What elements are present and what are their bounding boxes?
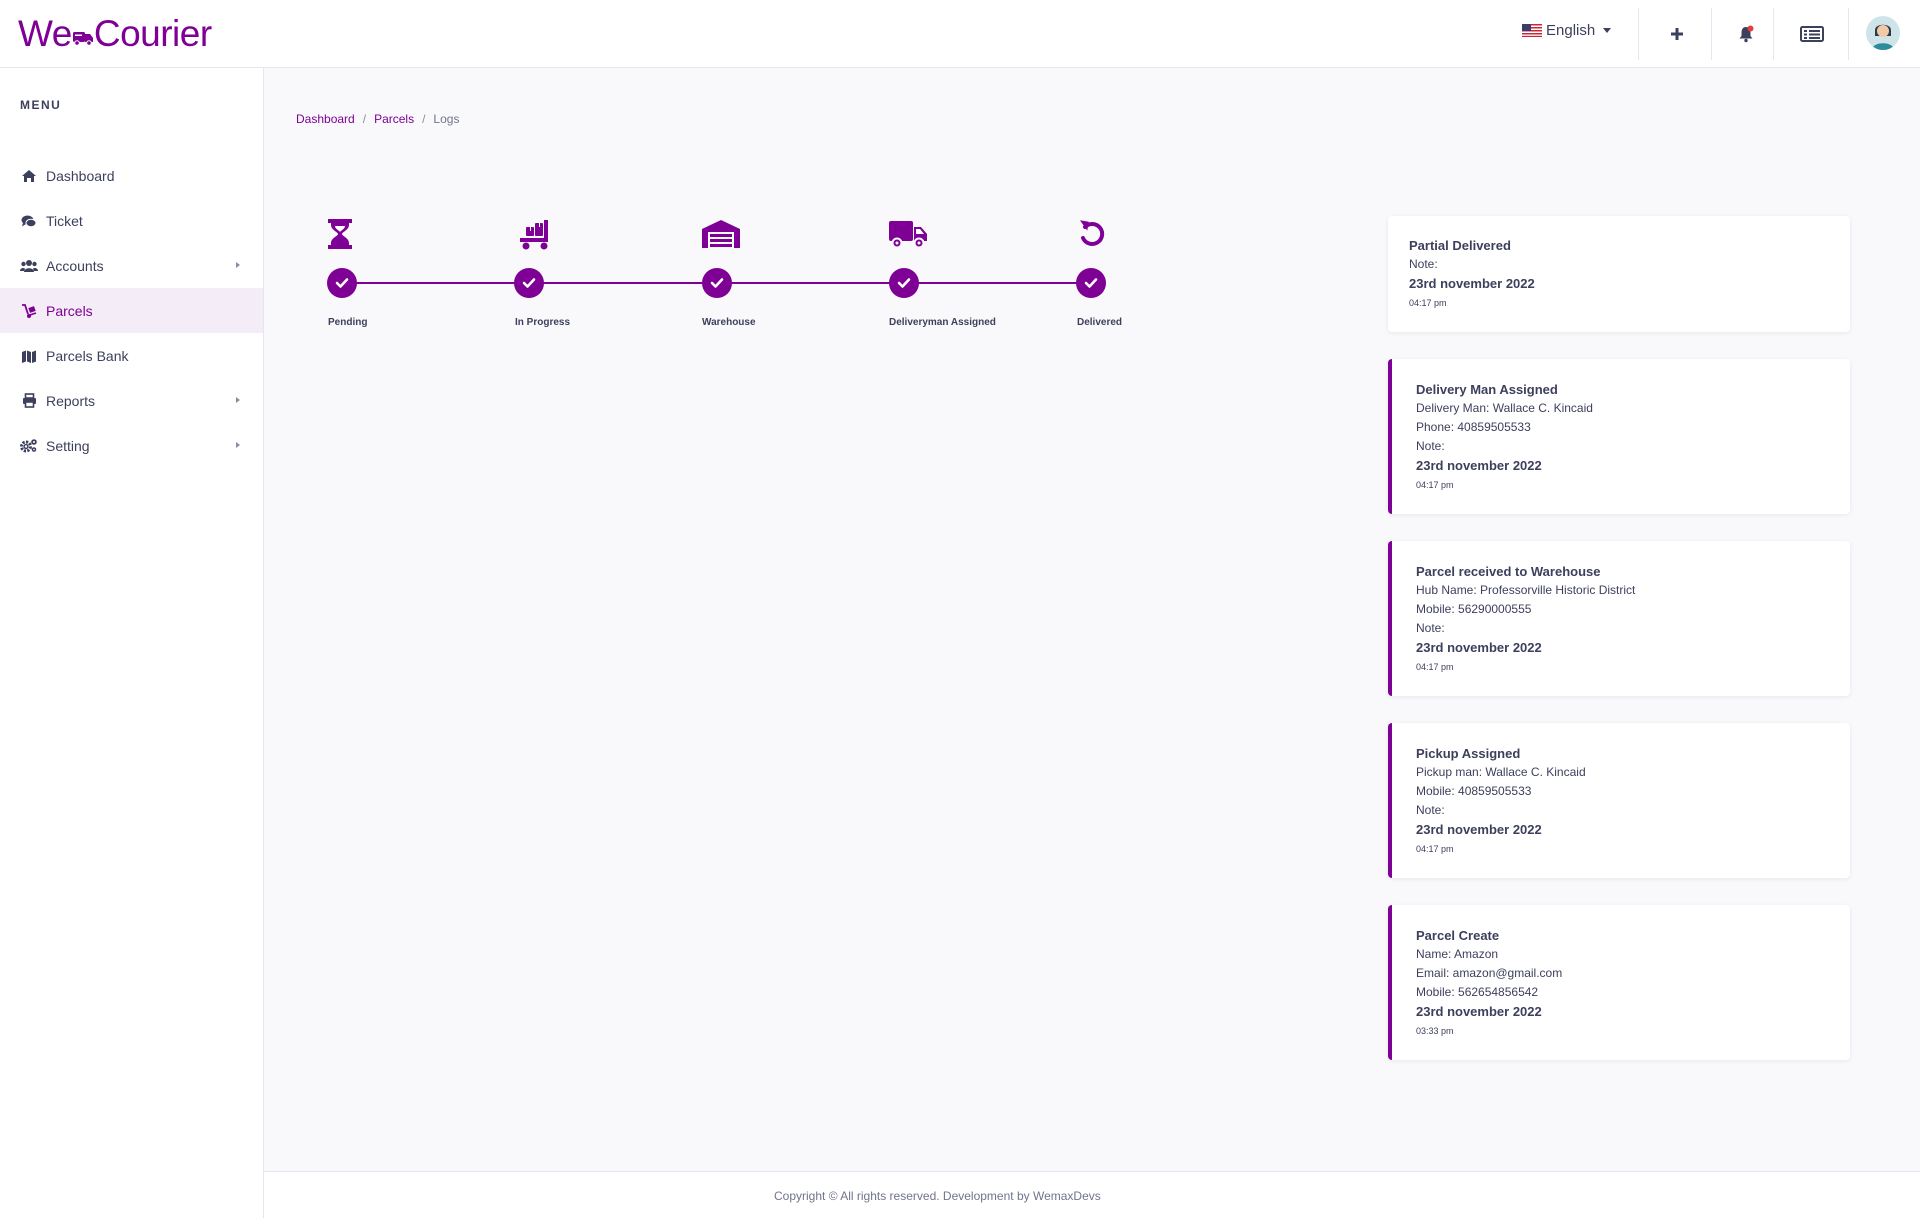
sidebar: MENU Dashboard Ticket Accounts Parcels P… [0, 68, 264, 1218]
step-label-pending: Pending [328, 317, 368, 328]
log-pickup-man: Pickup man: Wallace C. Kincaid [1416, 765, 1586, 779]
chevron-right-icon [236, 397, 240, 403]
language-dropdown[interactable]: English [1522, 22, 1612, 39]
log-date: 23rd november 2022 [1416, 822, 1542, 837]
log-phone: Phone: 40859505533 [1416, 420, 1531, 434]
users-icon [20, 258, 38, 274]
log-note: Note: [1416, 803, 1445, 817]
log-title: Partial Delivered [1409, 238, 1511, 253]
sidebar-item-label: Reports [46, 392, 96, 409]
log-time: 03:33 pm [1416, 1026, 1454, 1036]
dolly-flatbed-icon [512, 214, 556, 254]
check-icon [514, 268, 544, 298]
check-icon [1076, 268, 1106, 298]
sidebar-item-label: Setting [46, 437, 90, 454]
log-date: 23rd november 2022 [1416, 640, 1542, 655]
logo[interactable]: We Courier [18, 12, 212, 56]
plus-icon[interactable] [1661, 18, 1693, 50]
log-card-parcel-received-warehouse: Parcel received to Warehouse Hub Name: P… [1388, 541, 1850, 696]
header-divider [1638, 8, 1639, 60]
log-card-partial-delivered: Partial Delivered Note: 23rd november 20… [1388, 216, 1850, 332]
logo-text-right: Courier [93, 13, 212, 54]
logo-text-left: We [18, 13, 72, 54]
language-label: English [1546, 22, 1596, 39]
sidebar-item-dashboard[interactable]: Dashboard [0, 153, 263, 198]
delivery-truck-logo-icon [70, 19, 96, 49]
log-mobile: Mobile: 40859505533 [1416, 784, 1532, 798]
warehouse-icon [699, 214, 743, 254]
log-mobile: Mobile: 562654856542 [1416, 985, 1539, 999]
log-name: Name: Amazon [1416, 947, 1499, 961]
avatar[interactable] [1866, 16, 1900, 50]
sidebar-item-label: Dashboard [46, 167, 115, 184]
check-icon [702, 268, 732, 298]
sidebar-item-label: Accounts [46, 257, 104, 274]
log-time: 04:17 pm [1416, 844, 1454, 854]
step-label-delivered: Delivered [1077, 317, 1123, 328]
log-time: 04:17 pm [1416, 662, 1454, 672]
log-title: Pickup Assigned [1416, 746, 1521, 761]
footer: Copyright © All rights reserved. Develop… [264, 1171, 1920, 1218]
breadcrumb-dashboard-link[interactable]: Dashboard [296, 112, 355, 126]
sidebar-item-ticket[interactable]: Ticket [0, 198, 263, 243]
step-label-warehouse: Warehouse [702, 317, 756, 328]
menu-title: MENU [20, 98, 62, 112]
log-date: 23rd november 2022 [1416, 458, 1542, 473]
bell-icon[interactable] [1730, 18, 1762, 50]
dolly-icon [20, 303, 38, 319]
chevron-down-icon [1603, 28, 1612, 33]
truck-icon [886, 214, 930, 254]
breadcrumb-separator: / [362, 112, 367, 126]
step-label-deliveryman-assigned: Deliveryman Assigned [889, 317, 996, 328]
copyright-text: Copyright © All rights reserved. Develop… [774, 1189, 1101, 1203]
check-icon [889, 268, 919, 298]
log-email: Email: amazon@gmail.com [1416, 966, 1563, 980]
chevron-right-icon [236, 262, 240, 268]
sidebar-item-accounts[interactable]: Accounts [0, 243, 263, 288]
breadcrumb-current: Logs [433, 112, 460, 126]
check-icon [327, 268, 357, 298]
log-hub-name: Hub Name: Professorville Historic Distri… [1416, 583, 1636, 597]
hourglass-icon [318, 214, 362, 254]
sidebar-item-label: Parcels Bank [46, 347, 129, 364]
log-card-delivery-man-assigned: Delivery Man Assigned Delivery Man: Wall… [1388, 359, 1850, 514]
sidebar-item-setting[interactable]: Setting [0, 423, 263, 468]
log-title: Parcel received to Warehouse [1416, 564, 1601, 579]
sidebar-item-parcels-bank[interactable]: Parcels Bank [0, 333, 263, 378]
log-card-pickup-assigned: Pickup Assigned Pickup man: Wallace C. K… [1388, 723, 1850, 878]
log-date: 23rd november 2022 [1416, 1004, 1542, 1019]
header-divider [1711, 8, 1712, 60]
log-time: 04:17 pm [1416, 480, 1454, 490]
undo-icon [1070, 214, 1114, 254]
log-note: Note: [1416, 621, 1445, 635]
header-divider [1773, 8, 1774, 60]
sidebar-item-reports[interactable]: Reports [0, 378, 263, 423]
log-delivery-man: Delivery Man: Wallace C. Kincaid [1416, 401, 1593, 415]
sidebar-item-label: Ticket [46, 212, 83, 229]
breadcrumb: Dashboard / Parcels / Logs [296, 112, 459, 126]
chevron-right-icon [236, 442, 240, 448]
log-mobile: Mobile: 56290000555 [1416, 602, 1532, 616]
step-label-in-progress: In Progress [515, 317, 571, 328]
top-header: We Courier English [0, 0, 1920, 68]
header-divider [1848, 8, 1849, 60]
log-note: Note: [1416, 439, 1445, 453]
map-icon [20, 348, 38, 364]
breadcrumb-separator: / [422, 112, 426, 126]
breadcrumb-parcels-link[interactable]: Parcels [374, 112, 414, 126]
us-flag-icon [1522, 24, 1542, 37]
log-card-parcel-create: Parcel Create Name: Amazon Email: amazon… [1388, 905, 1850, 1060]
log-title: Delivery Man Assigned [1416, 382, 1558, 397]
cogs-icon [20, 438, 38, 454]
log-note: Note: [1409, 257, 1438, 271]
print-icon [20, 393, 38, 409]
home-icon [20, 168, 38, 184]
list-icon[interactable] [1796, 18, 1828, 50]
comments-icon [20, 213, 38, 229]
sidebar-item-label: Parcels [46, 302, 93, 319]
log-title: Parcel Create [1416, 928, 1500, 943]
sidebar-item-parcels[interactable]: Parcels [0, 288, 263, 333]
log-time: 04:17 pm [1409, 298, 1447, 308]
log-date: 23rd november 2022 [1409, 276, 1535, 291]
